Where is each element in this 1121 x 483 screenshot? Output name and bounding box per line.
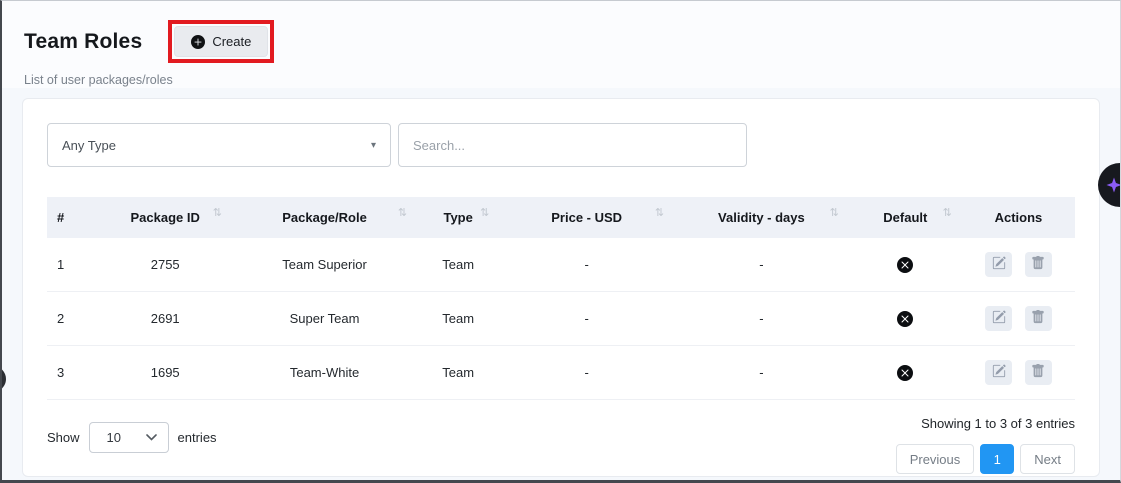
trash-icon — [1031, 364, 1045, 381]
cell-price: - — [499, 346, 674, 400]
cell-package-role: Team-White — [232, 346, 417, 400]
delete-button[interactable] — [1025, 360, 1052, 385]
page-number-button[interactable]: 1 — [980, 444, 1014, 474]
sort-icon[interactable]: ⇅ — [943, 206, 952, 219]
sparkle-icon — [1105, 176, 1121, 194]
column-header-package-id[interactable]: Package ID ⇅ — [98, 197, 232, 238]
cell-package-id: 2691 — [98, 292, 232, 346]
table-row: 1 2755 Team Superior Team - - — [47, 238, 1075, 292]
cell-validity: - — [674, 238, 849, 292]
cell-actions — [962, 346, 1075, 400]
edit-icon — [992, 364, 1006, 381]
show-label: Show — [47, 430, 80, 445]
chevron-down-icon — [146, 434, 157, 441]
trash-icon — [1031, 256, 1045, 273]
cell-default — [849, 346, 962, 400]
edit-button[interactable] — [985, 306, 1012, 331]
previous-page-button[interactable]: Previous — [896, 444, 975, 474]
cell-index: 1 — [47, 238, 98, 292]
create-button-label: Create — [212, 34, 251, 49]
cell-type: Team — [417, 292, 499, 346]
cell-package-role: Super Team — [232, 292, 417, 346]
create-button[interactable]: Create — [174, 26, 268, 57]
cell-index: 2 — [47, 292, 98, 346]
cell-index: 3 — [47, 346, 98, 400]
page-size-control: Show 10 entries — [47, 416, 217, 453]
cell-price: - — [499, 238, 674, 292]
pagination: Previous 1 Next — [896, 444, 1075, 474]
x-circle-icon — [897, 256, 913, 271]
cell-default — [849, 238, 962, 292]
sort-icon[interactable]: ⇅ — [398, 206, 407, 219]
cell-validity: - — [674, 346, 849, 400]
cell-type: Team — [417, 346, 499, 400]
delete-button[interactable] — [1025, 306, 1052, 331]
x-circle-icon — [897, 364, 913, 379]
content-area: Any Type ▾ # Package ID ⇅ Package/Role — [0, 88, 1121, 483]
x-circle-icon — [897, 310, 913, 325]
page-size-value: 10 — [107, 430, 121, 445]
cell-actions — [962, 292, 1075, 346]
page-header: Team Roles Create List of user packages/… — [0, 0, 1121, 88]
table-row: 3 1695 Team-White Team - - — [47, 346, 1075, 400]
sort-icon[interactable]: ⇅ — [480, 206, 489, 219]
cell-type: Team — [417, 238, 499, 292]
filter-row: Any Type ▾ — [47, 123, 1075, 167]
column-header-index: # — [47, 197, 98, 238]
next-page-button[interactable]: Next — [1020, 444, 1075, 474]
column-header-validity[interactable]: Validity - days ⇅ — [674, 197, 849, 238]
edit-button[interactable] — [985, 360, 1012, 385]
edit-icon — [992, 310, 1006, 327]
column-header-package-role[interactable]: Package/Role ⇅ — [232, 197, 417, 238]
cell-validity: - — [674, 292, 849, 346]
cell-package-id: 1695 — [98, 346, 232, 400]
entries-summary: Showing 1 to 3 of 3 entries — [921, 416, 1075, 431]
table-row: 2 2691 Super Team Team - - — [47, 292, 1075, 346]
column-header-price[interactable]: Price - USD ⇅ — [499, 197, 674, 238]
sort-icon[interactable]: ⇅ — [655, 206, 664, 219]
cell-price: - — [499, 292, 674, 346]
trash-icon — [1031, 310, 1045, 327]
table-footer: Show 10 entries Showing 1 to 3 of 3 entr… — [47, 416, 1075, 474]
table-header-row: # Package ID ⇅ Package/Role ⇅ Type ⇅ — [47, 197, 1075, 238]
sort-icon[interactable]: ⇅ — [830, 206, 839, 219]
create-button-highlight: Create — [168, 20, 274, 63]
plus-circle-icon — [191, 35, 205, 49]
roles-card: Any Type ▾ # Package ID ⇅ Package/Role — [22, 98, 1100, 477]
roles-table: # Package ID ⇅ Package/Role ⇅ Type ⇅ — [47, 197, 1075, 400]
search-input[interactable] — [398, 123, 747, 167]
page-subtitle: List of user packages/roles — [24, 73, 1097, 87]
edit-icon — [992, 256, 1006, 273]
cell-package-id: 2755 — [98, 238, 232, 292]
caret-down-icon: ▾ — [371, 140, 376, 151]
delete-button[interactable] — [1025, 252, 1052, 277]
column-header-type[interactable]: Type ⇅ — [417, 197, 499, 238]
column-header-default[interactable]: Default ⇅ — [849, 197, 962, 238]
cell-default — [849, 292, 962, 346]
cell-actions — [962, 238, 1075, 292]
page-size-select[interactable]: 10 — [89, 422, 169, 453]
type-filter-select[interactable]: Any Type ▾ — [47, 123, 391, 167]
entries-label: entries — [178, 430, 217, 445]
edit-button[interactable] — [985, 252, 1012, 277]
page-title: Team Roles — [24, 30, 142, 54]
column-header-actions: Actions — [962, 197, 1075, 238]
type-filter-value: Any Type — [62, 138, 116, 153]
cell-package-role: Team Superior — [232, 238, 417, 292]
sort-icon[interactable]: ⇅ — [213, 206, 222, 219]
